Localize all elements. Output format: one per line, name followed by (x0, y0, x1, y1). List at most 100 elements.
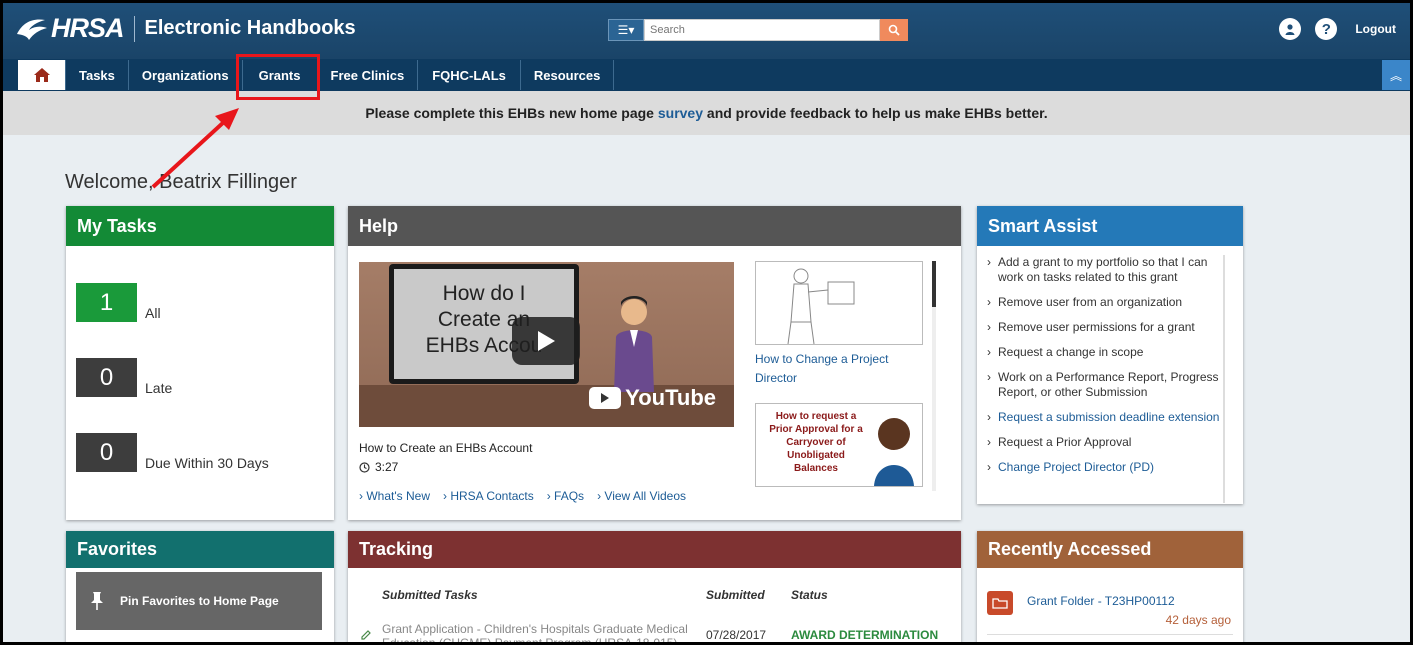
video-duration: 3:27 (359, 460, 398, 474)
header-actions: ? Logout (1279, 18, 1396, 40)
page-frame: HRSA Electronic Handbooks ☰▾ ? Logout (3, 3, 1410, 642)
recent-item[interactable]: Grant Folder - T23HP00112 42 days ago (987, 589, 1233, 635)
task-label-late: Late (145, 380, 173, 396)
video-player[interactable]: How do I Create an EHBs Accou YouTube (359, 262, 734, 427)
video-caption: How to Create an EHBs Account (359, 441, 533, 455)
search-button[interactable] (880, 19, 908, 41)
recent-item-age: 42 days ago (1165, 613, 1231, 627)
favorites-title: Favorites (66, 531, 334, 568)
pin-favorites-button[interactable]: Pin Favorites to Home Page (76, 572, 322, 630)
logout-link[interactable]: Logout (1355, 22, 1396, 36)
banner-text-post: and provide feedback to help us make EHB… (703, 105, 1048, 121)
youtube-play-icon (589, 387, 622, 409)
youtube-logo[interactable]: YouTube (589, 385, 716, 411)
view-all-videos-link[interactable]: › View All Videos (597, 489, 686, 503)
col-header-submitted-tasks: Submitted Tasks (382, 588, 478, 602)
related-video-thumbnail[interactable] (755, 261, 923, 345)
survey-link[interactable]: survey (658, 105, 703, 121)
smart-assist-panel: Smart Assist Add a grant to my portfolio… (977, 206, 1243, 504)
task-count-all: 1 (76, 283, 137, 322)
logo-divider (133, 15, 135, 42)
hrsa-wordmark: HRSA (51, 13, 125, 43)
edit-icon[interactable] (360, 628, 372, 640)
presenter-image (874, 418, 914, 486)
clock-icon (359, 461, 370, 473)
nav-organizations[interactable]: Organizations (129, 60, 243, 90)
welcome-message: Welcome, Beatrix Fillinger (65, 171, 297, 193)
tracking-title: Tracking (348, 531, 961, 568)
annotation-highlight-box (236, 54, 320, 100)
task-label-all: All (145, 305, 161, 321)
smart-assist-item[interactable]: Add a grant to my portfolio so that I ca… (987, 255, 1223, 285)
collapse-header-button[interactable]: ︽ (1382, 60, 1410, 90)
favorites-panel: Favorites Pin Favorites to Home Page (66, 531, 334, 642)
help-panel: Help How do I Create an EHBs Accou YouTu… (348, 206, 961, 520)
recently-accessed-title: Recently Accessed (977, 531, 1243, 568)
smart-assist-item[interactable]: Work on a Performance Report, Progress R… (987, 370, 1223, 400)
task-count-due: 0 (76, 433, 137, 472)
smart-assist-item[interactable]: Request a Prior Approval (987, 435, 1223, 450)
help-links: › What's New › HRSA Contacts › FAQs › Vi… (359, 489, 686, 503)
recently-accessed-panel: Recently Accessed Grant Folder - T23HP00… (977, 531, 1243, 642)
row-submitted-date: 07/28/2017 (706, 628, 767, 642)
search-input[interactable] (644, 19, 880, 41)
home-icon (33, 68, 50, 82)
survey-banner: Please complete this EHBs new home page … (3, 91, 1410, 135)
smart-assist-item[interactable]: Request a change in scope (987, 345, 1223, 360)
search-menu-button[interactable]: ☰▾ (608, 19, 644, 41)
smart-assist-list: Add a grant to my portfolio so that I ca… (987, 255, 1223, 485)
youtube-wordmark: YouTube (625, 385, 716, 410)
thumbnail-text: How to request a Prior Approval for a Ca… (769, 411, 863, 474)
nav-resources[interactable]: Resources (521, 60, 615, 90)
play-icon (538, 331, 555, 351)
help-title: Help (348, 206, 961, 246)
task-due-30[interactable]: 0 Due Within 30 Days (76, 433, 269, 472)
smart-assist-scrollbar[interactable] (1223, 255, 1225, 503)
nav-tasks[interactable]: Tasks (66, 60, 129, 90)
nav-free-clinics[interactable]: Free Clinics (318, 60, 419, 90)
help-icon[interactable]: ? (1315, 18, 1338, 40)
chevron-up-icon: ︽ (1389, 68, 1402, 83)
my-tasks-panel: My Tasks 1 All 0 Late 0 Due Within 30 Da… (66, 206, 334, 520)
nav-fqhc-lals[interactable]: FQHC-LALs (418, 60, 521, 90)
video-title-line: How do I (442, 282, 526, 305)
folder-icon (987, 591, 1013, 615)
banner-text-pre: Please complete this EHBs new home page (365, 105, 658, 121)
task-label-due: Due Within 30 Days (145, 455, 269, 471)
task-late[interactable]: 0 Late (76, 358, 172, 397)
task-count-late: 0 (76, 358, 137, 397)
related-video-link[interactable]: How to Change a Project Director (755, 350, 915, 388)
smart-assist-item[interactable]: Remove user from an organization (987, 295, 1223, 310)
hrsa-contacts-link[interactable]: › HRSA Contacts (443, 489, 534, 503)
pin-favorites-label: Pin Favorites to Home Page (120, 593, 279, 608)
hrsa-logo[interactable]: HRSA Electronic Handbooks (15, 13, 356, 44)
smart-assist-item[interactable]: Request a submission deadline extension (987, 410, 1223, 425)
row-task-name[interactable]: Grant Application - Children's Hospitals… (382, 622, 712, 642)
my-tasks-title: My Tasks (66, 206, 334, 246)
whats-new-link[interactable]: › What's New (359, 489, 430, 503)
search-icon (888, 24, 900, 36)
sketch-figure-image (787, 268, 855, 345)
hamburger-icon: ☰▾ (617, 23, 635, 37)
top-header: HRSA Electronic Handbooks ☰▾ ? Logout (3, 3, 1410, 59)
task-all[interactable]: 1 All (76, 283, 161, 322)
pin-icon (91, 592, 103, 610)
help-scrollbar[interactable] (932, 261, 936, 491)
col-header-status: Status (791, 588, 828, 602)
cartoon-presenter (614, 296, 654, 392)
smart-assist-title: Smart Assist (977, 206, 1243, 246)
faqs-link[interactable]: › FAQs (547, 489, 584, 503)
smart-assist-item[interactable]: Remove user permissions for a grant (987, 320, 1223, 335)
row-status: AWARD DETERMINATION (791, 628, 939, 642)
eagle-icon (17, 19, 47, 40)
user-profile-icon[interactable] (1279, 18, 1302, 40)
nav-home[interactable] (18, 60, 66, 90)
duration-text: 3:27 (375, 460, 399, 474)
prior-approval-video-thumbnail[interactable]: How to request a Prior Approval for a Ca… (755, 403, 923, 487)
search-bar: ☰▾ (608, 19, 908, 41)
smart-assist-item[interactable]: Change Project Director (PD) (987, 460, 1223, 475)
app-title: Electronic Handbooks (144, 17, 356, 39)
play-button[interactable] (512, 317, 580, 365)
col-header-submitted: Submitted (706, 588, 765, 602)
recent-item-name[interactable]: Grant Folder - T23HP00112 (1027, 594, 1175, 608)
